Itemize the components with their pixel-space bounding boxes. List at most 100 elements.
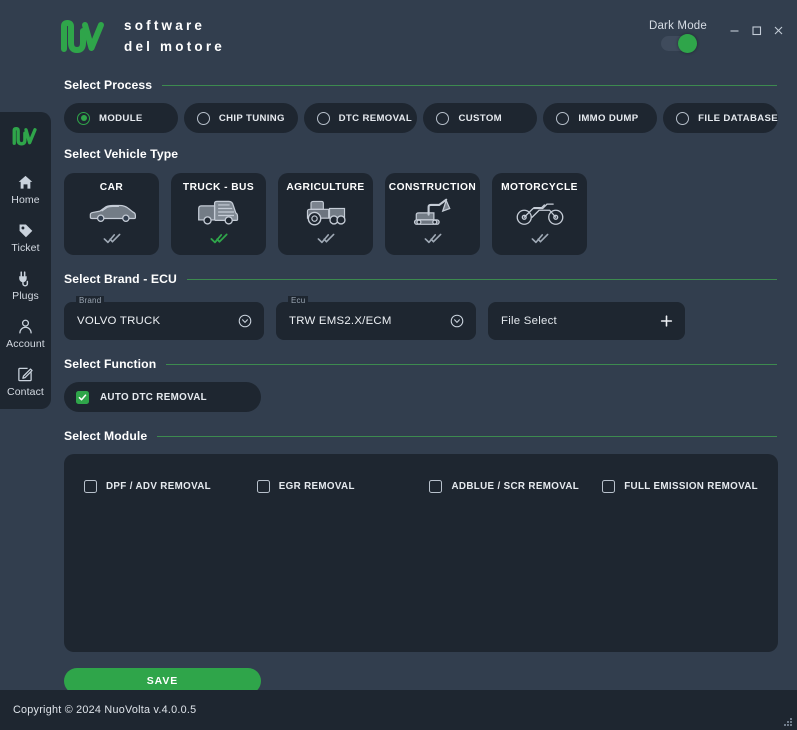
section-title: Select Module xyxy=(64,429,148,443)
brand-line-2: del motore xyxy=(124,38,226,54)
maximize-button[interactable] xyxy=(745,20,767,40)
function-options: AUTO DTC REMOVAL xyxy=(64,382,778,412)
brand-name: software del motore xyxy=(124,16,225,58)
check-icon xyxy=(531,231,549,249)
chevron-down-circle-icon[interactable] xyxy=(238,314,252,328)
process-option-label: CHIP TUNING xyxy=(218,112,285,124)
section-title: Select Brand - ECU xyxy=(64,272,177,286)
process-option-label: MODULE xyxy=(99,112,143,124)
ecu-select[interactable]: Ecu TRW EMS2.X/ECM xyxy=(276,296,476,340)
sidebar-nav: Home Ticket Plugs Account Contact xyxy=(0,112,51,409)
process-option-custom[interactable]: CUSTOM xyxy=(423,103,538,133)
module-option-adblue-scr-removal[interactable]: ADBLUE / SCR REMOVAL xyxy=(429,480,602,493)
process-option-file-database[interactable]: FILE DATABASE xyxy=(663,103,779,133)
function-option-auto-dtc-removal[interactable]: AUTO DTC REMOVAL xyxy=(64,382,261,412)
module-option-full-emission-removal[interactable]: FULL EMISSION REMOVAL xyxy=(602,480,758,493)
application-window: software del motore Dark Mode Home Ticke… xyxy=(0,0,797,730)
sidebar-item-plugs[interactable]: Plugs xyxy=(0,268,51,302)
checkbox-icon xyxy=(84,480,97,493)
vehicle-section-header: Select Vehicle Type xyxy=(64,147,777,161)
section-divider xyxy=(166,363,777,365)
module-option-egr-removal[interactable]: EGR REMOVAL xyxy=(256,480,430,493)
file-select-button[interactable]: File Select xyxy=(488,302,685,340)
vehicle-card-label: CAR xyxy=(99,182,124,193)
sidebar-item-label: Plugs xyxy=(12,290,39,302)
process-section-header: Select Process xyxy=(64,78,777,92)
plus-icon[interactable] xyxy=(660,315,673,328)
sidebar-item-label: Contact xyxy=(7,386,44,398)
dark-mode-control: Dark Mode xyxy=(649,20,707,53)
brand-select[interactable]: Brand VOLVO TRUCK xyxy=(64,296,264,340)
section-title: Select Function xyxy=(64,357,157,371)
sidebar-logo-icon xyxy=(12,126,40,152)
radio-icon xyxy=(436,111,450,125)
vehicle-card-agriculture[interactable]: AGRICULTURE xyxy=(278,173,373,255)
vehicle-card-label: CONSTRUCTION xyxy=(388,182,477,193)
process-option-label: CUSTOM xyxy=(458,112,502,124)
vehicle-card-truck-bus[interactable]: TRUCK - BUS xyxy=(171,173,266,255)
check-icon xyxy=(317,231,335,249)
sidebar-item-label: Account xyxy=(6,338,45,350)
radio-icon xyxy=(77,111,90,125)
vehicle-card-label: AGRICULTURE xyxy=(286,182,365,193)
vehicle-options: CAR TRUCK - BUS AGRICULTURE CONSTRUCTION… xyxy=(64,173,778,255)
resize-grip[interactable] xyxy=(781,714,793,726)
section-divider xyxy=(157,435,777,437)
close-button[interactable] xyxy=(767,20,789,40)
radio-icon xyxy=(316,111,330,125)
main-content: Select Process MODULE CHIP TUNING DTC RE… xyxy=(51,68,797,730)
process-option-dtc-removal[interactable]: DTC REMOVAL xyxy=(303,103,418,133)
vehicle-card-construction[interactable]: CONSTRUCTION xyxy=(385,173,480,255)
process-options: MODULE CHIP TUNING DTC REMOVAL CUSTOM IM… xyxy=(64,103,779,133)
title-bar: software del motore Dark Mode xyxy=(0,0,797,68)
sidebar-item-label: Home xyxy=(11,194,40,206)
module-option-dpf-adv-removal[interactable]: DPF / ADV REMOVAL xyxy=(84,480,257,493)
nuovolta-logo-icon xyxy=(60,19,110,55)
plug-icon xyxy=(17,268,34,288)
check-icon xyxy=(424,231,442,249)
section-divider xyxy=(162,84,777,86)
radio-icon xyxy=(196,111,210,125)
checkbox-icon xyxy=(76,390,89,404)
tractor-icon xyxy=(302,193,350,231)
radio-icon xyxy=(556,111,570,125)
ecu-field-label: Ecu xyxy=(288,296,309,305)
vehicle-card-label: MOTORCYCLE xyxy=(501,182,578,193)
checkbox-icon xyxy=(602,480,616,493)
brand-field-value: VOLVO TRUCK xyxy=(77,315,161,327)
minimize-button[interactable] xyxy=(723,20,745,40)
motorcycle-icon xyxy=(514,193,566,231)
function-option-label: AUTO DTC REMOVAL xyxy=(100,391,208,403)
module-option-label: DPF / ADV REMOVAL xyxy=(106,481,212,492)
process-option-module[interactable]: MODULE xyxy=(64,103,178,133)
sidebar-item-contact[interactable]: Contact xyxy=(0,364,51,398)
person-icon xyxy=(17,316,34,336)
check-icon-selected xyxy=(209,231,228,249)
dark-mode-toggle[interactable] xyxy=(660,34,697,53)
chevron-down-circle-icon[interactable] xyxy=(450,314,464,328)
edit-square-icon xyxy=(17,364,34,384)
app-logo: software del motore xyxy=(60,16,225,58)
module-options-panel: DPF / ADV REMOVAL EGR REMOVAL ADBLUE / S… xyxy=(64,454,778,652)
section-divider xyxy=(186,278,777,280)
file-select-label: File Select xyxy=(501,315,557,327)
check-icon xyxy=(103,231,121,249)
sidebar-item-account[interactable]: Account xyxy=(0,316,51,350)
vehicle-card-motorcycle[interactable]: MOTORCYCLE xyxy=(492,173,587,255)
process-option-immo-dump[interactable]: IMMO DUMP xyxy=(543,103,658,133)
process-option-label: IMMO DUMP xyxy=(578,112,639,124)
process-option-chip-tuning[interactable]: CHIP TUNING xyxy=(183,103,298,133)
section-title: Select Vehicle Type xyxy=(64,147,179,161)
vehicle-card-car[interactable]: CAR xyxy=(64,173,159,255)
sidebar-item-ticket[interactable]: Ticket xyxy=(0,220,51,254)
sidebar-item-label: Ticket xyxy=(11,242,40,254)
checkbox-icon xyxy=(429,480,443,493)
brand-field-label: Brand xyxy=(76,296,105,305)
excavator-icon xyxy=(411,193,455,231)
brand-ecu-section-header: Select Brand - ECU xyxy=(64,272,777,286)
brand-ecu-fields: Brand VOLVO TRUCK Ecu TRW EMS2.X/ECM Fil… xyxy=(64,296,778,340)
sidebar-item-home[interactable]: Home xyxy=(0,172,51,206)
radio-icon xyxy=(676,111,690,125)
tag-icon xyxy=(17,220,34,240)
module-section-header: Select Module xyxy=(64,429,777,443)
